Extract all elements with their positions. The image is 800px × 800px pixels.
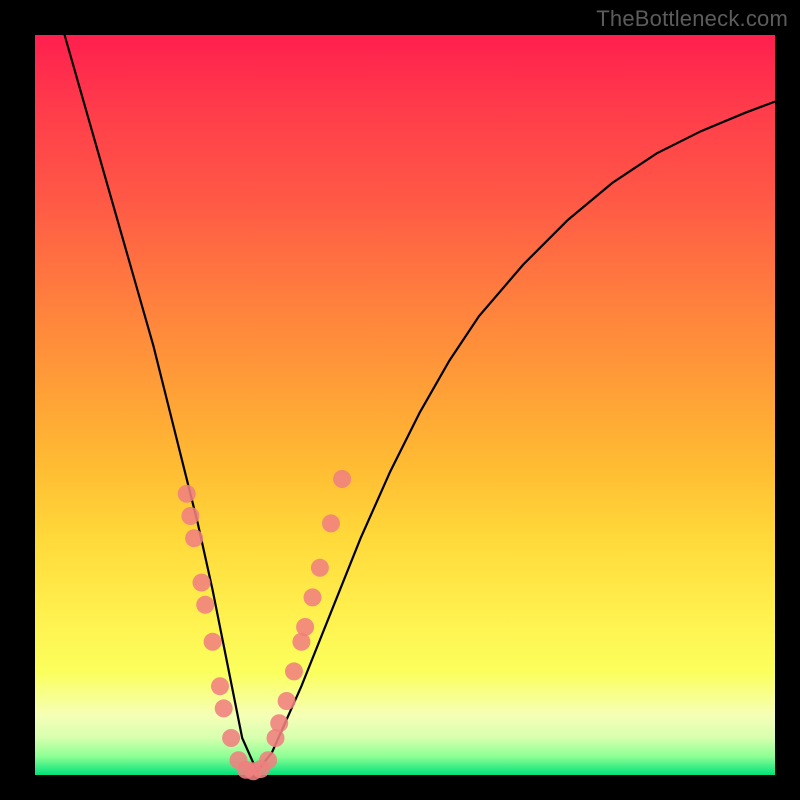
scatter-point [311,559,329,577]
scatter-point [211,677,229,695]
scatter-point [285,662,303,680]
scatter-point [259,751,277,769]
bottleneck-curve-path [65,35,775,771]
scatter-point [204,633,222,651]
scatter-point [222,729,240,747]
chart-frame: TheBottleneck.com [0,0,800,800]
scatter-point [278,692,296,710]
scatter-point [196,596,214,614]
scatter-point [181,507,199,525]
scatter-point [270,714,288,732]
scatter-point [185,529,203,547]
chart-svg [35,35,775,775]
scatter-point [333,470,351,488]
scatter-point [322,514,340,532]
scatter-point [178,485,196,503]
scatter-point [296,618,314,636]
scatter-point [193,574,211,592]
watermark-text: TheBottleneck.com [596,6,788,32]
scatter-point [215,699,233,717]
scatter-point [304,588,322,606]
